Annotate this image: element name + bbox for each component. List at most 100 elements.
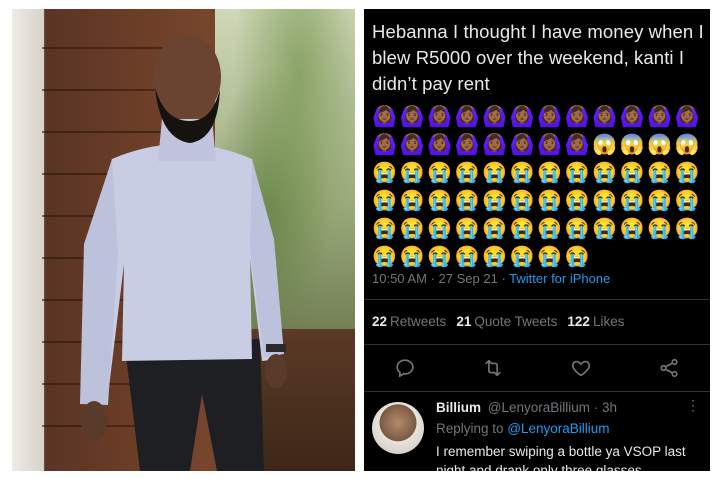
quotes-label: Quote Tweets	[474, 314, 558, 329]
reply-header: Billium @LenyoraBillium · 3h	[436, 400, 617, 415]
emoji: 😭	[454, 190, 480, 212]
replying-to: Replying to @LenyoraBillium	[436, 421, 610, 436]
replying-label: Replying to	[436, 421, 504, 436]
emoji: 😱	[619, 134, 645, 156]
emoji-row: 😭 😭 😭 😭 😭 😭 😭 😭 😭 😭 😭 😭	[372, 159, 704, 187]
emoji: 🙆🏾‍♀️	[674, 106, 700, 128]
emoji-row: 😭 😭 😭 😭 😭 😭 😭 😭 😭 😭 😭 😭	[372, 215, 704, 243]
emoji: 🙆🏾‍♀️	[647, 106, 672, 128]
emoji: 😭	[592, 190, 617, 212]
meta-separator-2: ·	[501, 271, 506, 286]
emoji: 😭	[509, 162, 535, 184]
emoji: 😭	[619, 218, 645, 240]
emoji: 😭	[482, 162, 507, 184]
emoji: 😭	[372, 162, 397, 184]
action-bar	[364, 354, 710, 382]
retweets-label: Retweets	[390, 314, 447, 329]
tweet-date: 27 Sep 21	[438, 271, 498, 286]
emoji: 😭	[647, 190, 672, 212]
reply-author-handle[interactable]: @LenyoraBillium	[488, 400, 590, 415]
emoji: 🙆🏾‍♀️	[372, 106, 397, 128]
emoji-row: 😭 😭 😭 😭 😭 😭 😭 😭	[372, 243, 704, 271]
emoji: 🙆🏾‍♀️	[564, 134, 590, 156]
emoji: 😭	[509, 190, 535, 212]
emoji: 😭	[537, 218, 562, 240]
emoji: 🙆🏾‍♀️	[509, 106, 535, 128]
emoji: 😭	[674, 162, 700, 184]
emoji: 😭	[399, 190, 425, 212]
quote-tweets-stat[interactable]: 21 Quote Tweets	[456, 314, 557, 329]
emoji: 😭	[399, 218, 425, 240]
emoji-row: 😭 😭 😭 😭 😭 😭 😭 😭 😭 😭 😭 😭	[372, 187, 704, 215]
emoji: 🙆🏾‍♀️	[454, 134, 480, 156]
emoji: 😭	[564, 218, 590, 240]
emoji: 😭	[647, 218, 672, 240]
emoji: 🙆🏾‍♀️	[537, 106, 562, 128]
emoji: 🙆🏾‍♀️	[399, 134, 425, 156]
emoji: 😭	[482, 246, 507, 268]
retweet-icon[interactable]	[482, 357, 504, 379]
emoji: 😭	[537, 190, 562, 212]
emoji: 😭	[647, 162, 672, 184]
retweets-stat[interactable]: 22 Retweets	[372, 314, 446, 329]
divider	[364, 391, 710, 392]
emoji: 😭	[674, 218, 700, 240]
quotes-count: 21	[456, 314, 472, 329]
tweet-text: Hebanna I thought I have money when I bl…	[372, 21, 704, 94]
emoji: 😭	[537, 162, 562, 184]
divider	[364, 299, 710, 300]
reply-icon[interactable]	[394, 357, 416, 379]
emoji: 😭	[482, 190, 507, 212]
emoji: 😭	[372, 190, 397, 212]
tweet-time: 10:50 AM	[372, 271, 427, 286]
emoji: 😭	[454, 246, 480, 268]
reply-text: I remember swiping a bottle ya VSOP last…	[436, 444, 686, 471]
emoji: 🙆🏾‍♀️	[427, 134, 452, 156]
emoji: 🙆🏾‍♀️	[482, 134, 507, 156]
emoji: 😭	[537, 246, 562, 268]
tweet-source-link[interactable]: Twitter for iPhone	[509, 271, 610, 286]
emoji: 😭	[619, 190, 645, 212]
emoji: 😭	[427, 162, 452, 184]
emoji: 🙆🏾‍♀️	[399, 106, 425, 128]
emoji: 🙆🏾‍♀️	[427, 106, 452, 128]
emoji: 😱	[592, 134, 617, 156]
meta-separator: ·	[430, 271, 435, 286]
emoji-row: 🙆🏾‍♀️ 🙆🏾‍♀️ 🙆🏾‍♀️ 🙆🏾‍♀️ 🙆🏾‍♀️ 🙆🏾‍♀️ 🙆🏾‍♀️ 🙆🏾‍♀️…	[372, 131, 704, 159]
retweets-count: 22	[372, 314, 388, 329]
emoji: 😭	[427, 246, 452, 268]
emoji: 😭	[509, 246, 535, 268]
tweet-stats: 22 Retweets 21 Quote Tweets 122 Likes	[372, 314, 624, 329]
tweet-meta: 10:50 AM · 27 Sep 21 · Twitter for iPhon…	[372, 271, 610, 286]
emoji: 🙆🏾‍♀️	[537, 134, 562, 156]
emoji: 😭	[674, 190, 700, 212]
emoji-grid: 🙆🏾‍♀️ 🙆🏾‍♀️ 🙆🏾‍♀️ 🙆🏾‍♀️ 🙆🏾‍♀️ 🙆🏾‍♀️ 🙆🏾‍♀️ 🙆🏾‍♀️…	[372, 103, 704, 271]
likes-label: Likes	[592, 314, 625, 329]
like-icon[interactable]	[570, 357, 592, 379]
replying-handle-link[interactable]: @LenyoraBillium	[507, 421, 609, 436]
share-icon[interactable]	[658, 357, 680, 379]
likes-stat[interactable]: 122 Likes	[567, 314, 624, 329]
emoji: 😭	[399, 162, 425, 184]
person-figure	[80, 35, 287, 471]
emoji: 😭	[482, 218, 507, 240]
emoji: 😱	[674, 134, 700, 156]
profile-photo	[12, 9, 355, 471]
emoji: 😭	[564, 246, 590, 268]
reply-author-name[interactable]: Billium	[436, 400, 481, 415]
emoji: 😭	[372, 218, 397, 240]
emoji: 😭	[454, 162, 480, 184]
emoji: 😭	[592, 218, 617, 240]
likes-count: 122	[567, 314, 590, 329]
emoji: 🙆🏾‍♀️	[509, 134, 535, 156]
reply-tweet[interactable]: Billium @LenyoraBillium · 3h ⋮ Replying …	[372, 397, 704, 471]
tweet-card: Hebanna I thought I have money when I bl…	[364, 9, 710, 471]
emoji: 🙆🏾‍♀️	[619, 106, 645, 128]
emoji: 😭	[564, 162, 590, 184]
emoji: 🙆🏾‍♀️	[372, 134, 397, 156]
more-options-icon[interactable]: ⋮	[686, 397, 700, 414]
emoji: 🙆🏾‍♀️	[592, 106, 617, 128]
avatar[interactable]	[372, 402, 424, 454]
emoji: 😭	[427, 190, 452, 212]
emoji: 😭	[592, 162, 617, 184]
